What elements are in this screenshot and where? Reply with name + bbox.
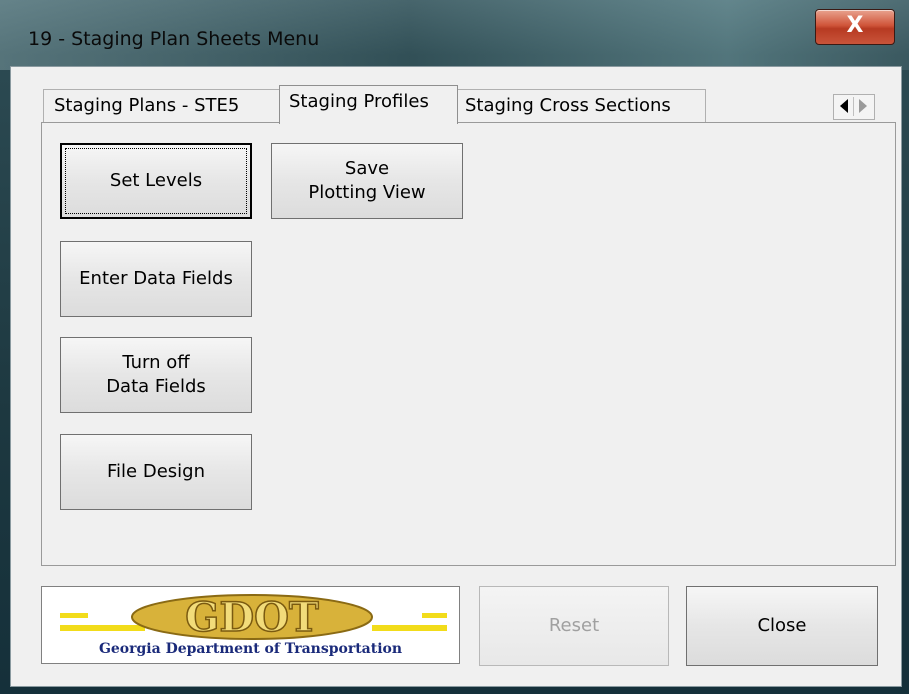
arrow-right-icon[interactable]: [859, 99, 867, 113]
tab-scroll-buttons: [833, 94, 875, 120]
arrow-left-icon[interactable]: [840, 99, 848, 113]
logo-wordmark: GDOT: [185, 594, 319, 641]
dialog-client-area: Staging Plans - STE5 Staging Profiles St…: [10, 66, 902, 687]
window-close-button[interactable]: X: [815, 9, 895, 45]
file-design-button[interactable]: File Design: [60, 434, 252, 510]
enter-data-fields-button[interactable]: Enter Data Fields: [60, 241, 252, 317]
tab-label: Staging Plans - STE5: [54, 95, 240, 116]
close-button[interactable]: Close: [686, 586, 878, 666]
tab-label: Staging Profiles: [289, 91, 429, 112]
tab-label: Staging Cross Sections: [465, 95, 671, 116]
logo-caption: Georgia Department of Transportation: [98, 641, 403, 657]
turn-off-data-fields-button[interactable]: Turn off Data Fields: [60, 337, 252, 413]
tab-staging-plans[interactable]: Staging Plans - STE5: [43, 89, 281, 122]
tab-strip: Staging Plans - STE5 Staging Profiles St…: [11, 67, 901, 127]
window-title: 19 - Staging Plan Sheets Menu: [28, 28, 320, 50]
gdot-logo: GDOT Georgia Department of Transportatio…: [41, 586, 460, 664]
tab-panel-staging-profiles: Set Levels Save Plotting View Enter Data…: [41, 122, 896, 566]
tab-staging-cross-sections[interactable]: Staging Cross Sections: [456, 89, 706, 122]
dialog-window: 19 - Staging Plan Sheets Menu X Staging …: [0, 0, 909, 694]
scroll-divider: [853, 97, 854, 116]
set-levels-button[interactable]: Set Levels: [60, 143, 252, 219]
save-plotting-view-button[interactable]: Save Plotting View: [271, 143, 463, 219]
tab-staging-profiles[interactable]: Staging Profiles: [279, 85, 458, 124]
reset-button[interactable]: Reset: [479, 586, 669, 666]
